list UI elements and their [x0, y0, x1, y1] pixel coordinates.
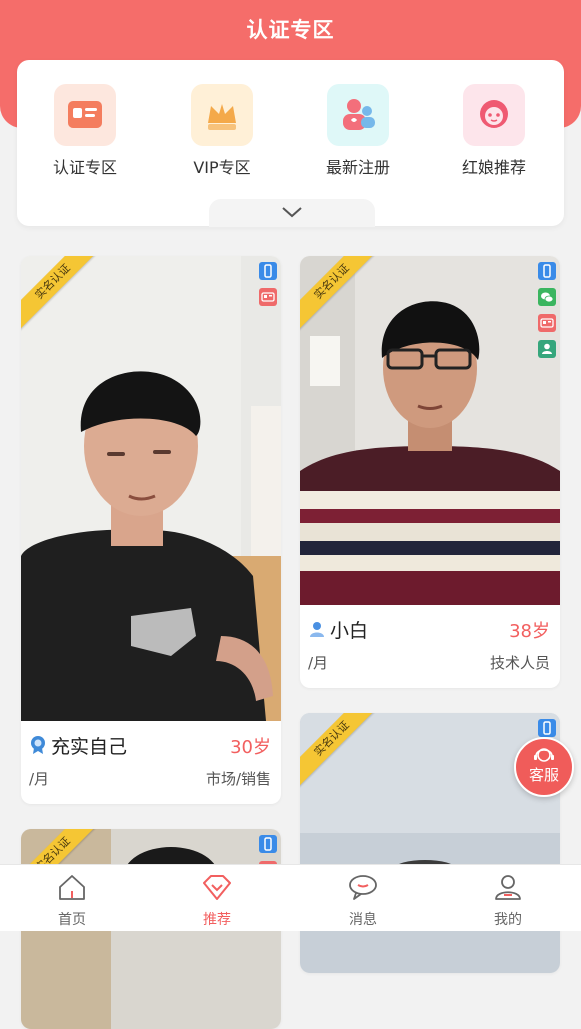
tab-label: 我的: [494, 912, 522, 928]
profile-name: 小白: [330, 620, 369, 642]
quick-entry-label: 最新注册: [325, 158, 390, 177]
chevron-down-icon: [282, 207, 302, 218]
phone-verified-icon: [259, 262, 277, 280]
profile-income: /月: [29, 770, 50, 788]
quick-entry-newest[interactable]: 最新注册: [298, 84, 418, 178]
id-card-verified-icon: [259, 288, 277, 306]
profile-photo: [21, 256, 281, 721]
phone-verified-icon: [538, 719, 556, 737]
bottom-tab-bar: 首页 推荐 消息 我的: [0, 864, 581, 931]
id-card-verified-icon: [538, 314, 556, 332]
profile-card[interactable]: 实名认证 充实自己 30岁 /月 市场/销售: [21, 256, 281, 804]
meta-row: /月 市场/销售: [29, 768, 273, 790]
tab-me[interactable]: 我的: [463, 873, 553, 929]
quick-entry-label: 认证专区: [52, 158, 117, 177]
tab-label: 推荐: [203, 912, 231, 928]
quick-entry-label: 红娘推荐: [461, 158, 526, 177]
quick-entry-label: VIP专区: [193, 158, 251, 177]
matchmaker-icon: [463, 84, 525, 146]
tab-messages[interactable]: 消息: [318, 873, 408, 929]
profile-age: 30岁: [230, 737, 271, 758]
phone-verified-icon: [259, 835, 277, 853]
meta-row: /月 技术人员: [308, 652, 552, 674]
quick-entry-matchmaker[interactable]: 红娘推荐: [434, 84, 554, 178]
customer-service-label: 客服: [528, 766, 559, 784]
phone-verified-icon: [538, 262, 556, 280]
profile-job: 市场/销售: [205, 770, 271, 788]
profile-photo: [300, 256, 560, 605]
name-row: 充实自己 30岁: [29, 732, 273, 758]
quick-entry-vip[interactable]: VIP专区: [162, 84, 282, 178]
quick-entry-card: 认证专区 VIP专区 最新注册 红娘推荐: [17, 60, 564, 227]
new-users-icon: [327, 84, 389, 146]
tab-recommend[interactable]: 推荐: [172, 873, 262, 929]
profile-card[interactable]: 实名认证 小白 38岁 /月 技术人员: [300, 256, 560, 688]
verification-badges: [259, 262, 277, 314]
profile-income: /月: [308, 654, 329, 672]
page-title: 认证专区: [246, 18, 335, 42]
crown-icon: [191, 84, 253, 146]
message-bubble-icon: [349, 875, 377, 900]
real-person-verified-icon: [538, 340, 556, 358]
male-user-icon: [308, 620, 326, 642]
profile-age: 38岁: [509, 621, 550, 642]
wechat-verified-icon: [538, 288, 556, 306]
home-icon: [59, 875, 85, 900]
tab-label: 首页: [58, 912, 86, 928]
profile-info: 充实自己 30岁 /月 市场/销售: [21, 732, 281, 790]
profile-job: 技术人员: [489, 654, 550, 672]
verification-badges: [538, 262, 556, 366]
expand-button[interactable]: [209, 199, 375, 227]
tab-label: 消息: [349, 912, 377, 928]
tab-home[interactable]: 首页: [27, 873, 117, 929]
member-medal-icon: [29, 735, 47, 759]
profile-icon: [495, 875, 521, 900]
profile-info: 小白 38岁 /月 技术人员: [300, 616, 560, 674]
profile-name: 充实自己: [51, 736, 128, 758]
certificate-card-icon: [54, 84, 116, 146]
name-row: 小白 38岁: [308, 616, 552, 642]
customer-service-button[interactable]: 客服: [514, 737, 574, 797]
recommend-diamond-icon: [203, 875, 231, 900]
quick-entry-certified[interactable]: 认证专区: [25, 84, 145, 178]
